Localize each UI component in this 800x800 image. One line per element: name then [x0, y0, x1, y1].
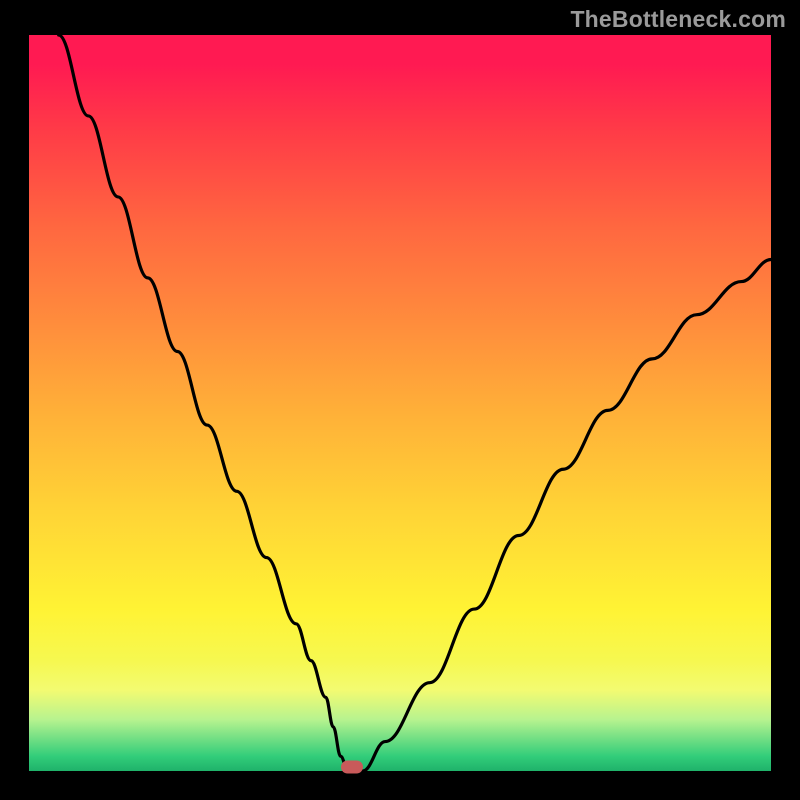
bottleneck-curve	[29, 35, 771, 771]
curve-path	[59, 35, 771, 771]
chart-container: TheBottleneck.com	[0, 0, 800, 800]
attribution-text: TheBottleneck.com	[570, 6, 786, 33]
plot-area	[29, 35, 771, 771]
optimal-point-marker	[341, 761, 363, 774]
